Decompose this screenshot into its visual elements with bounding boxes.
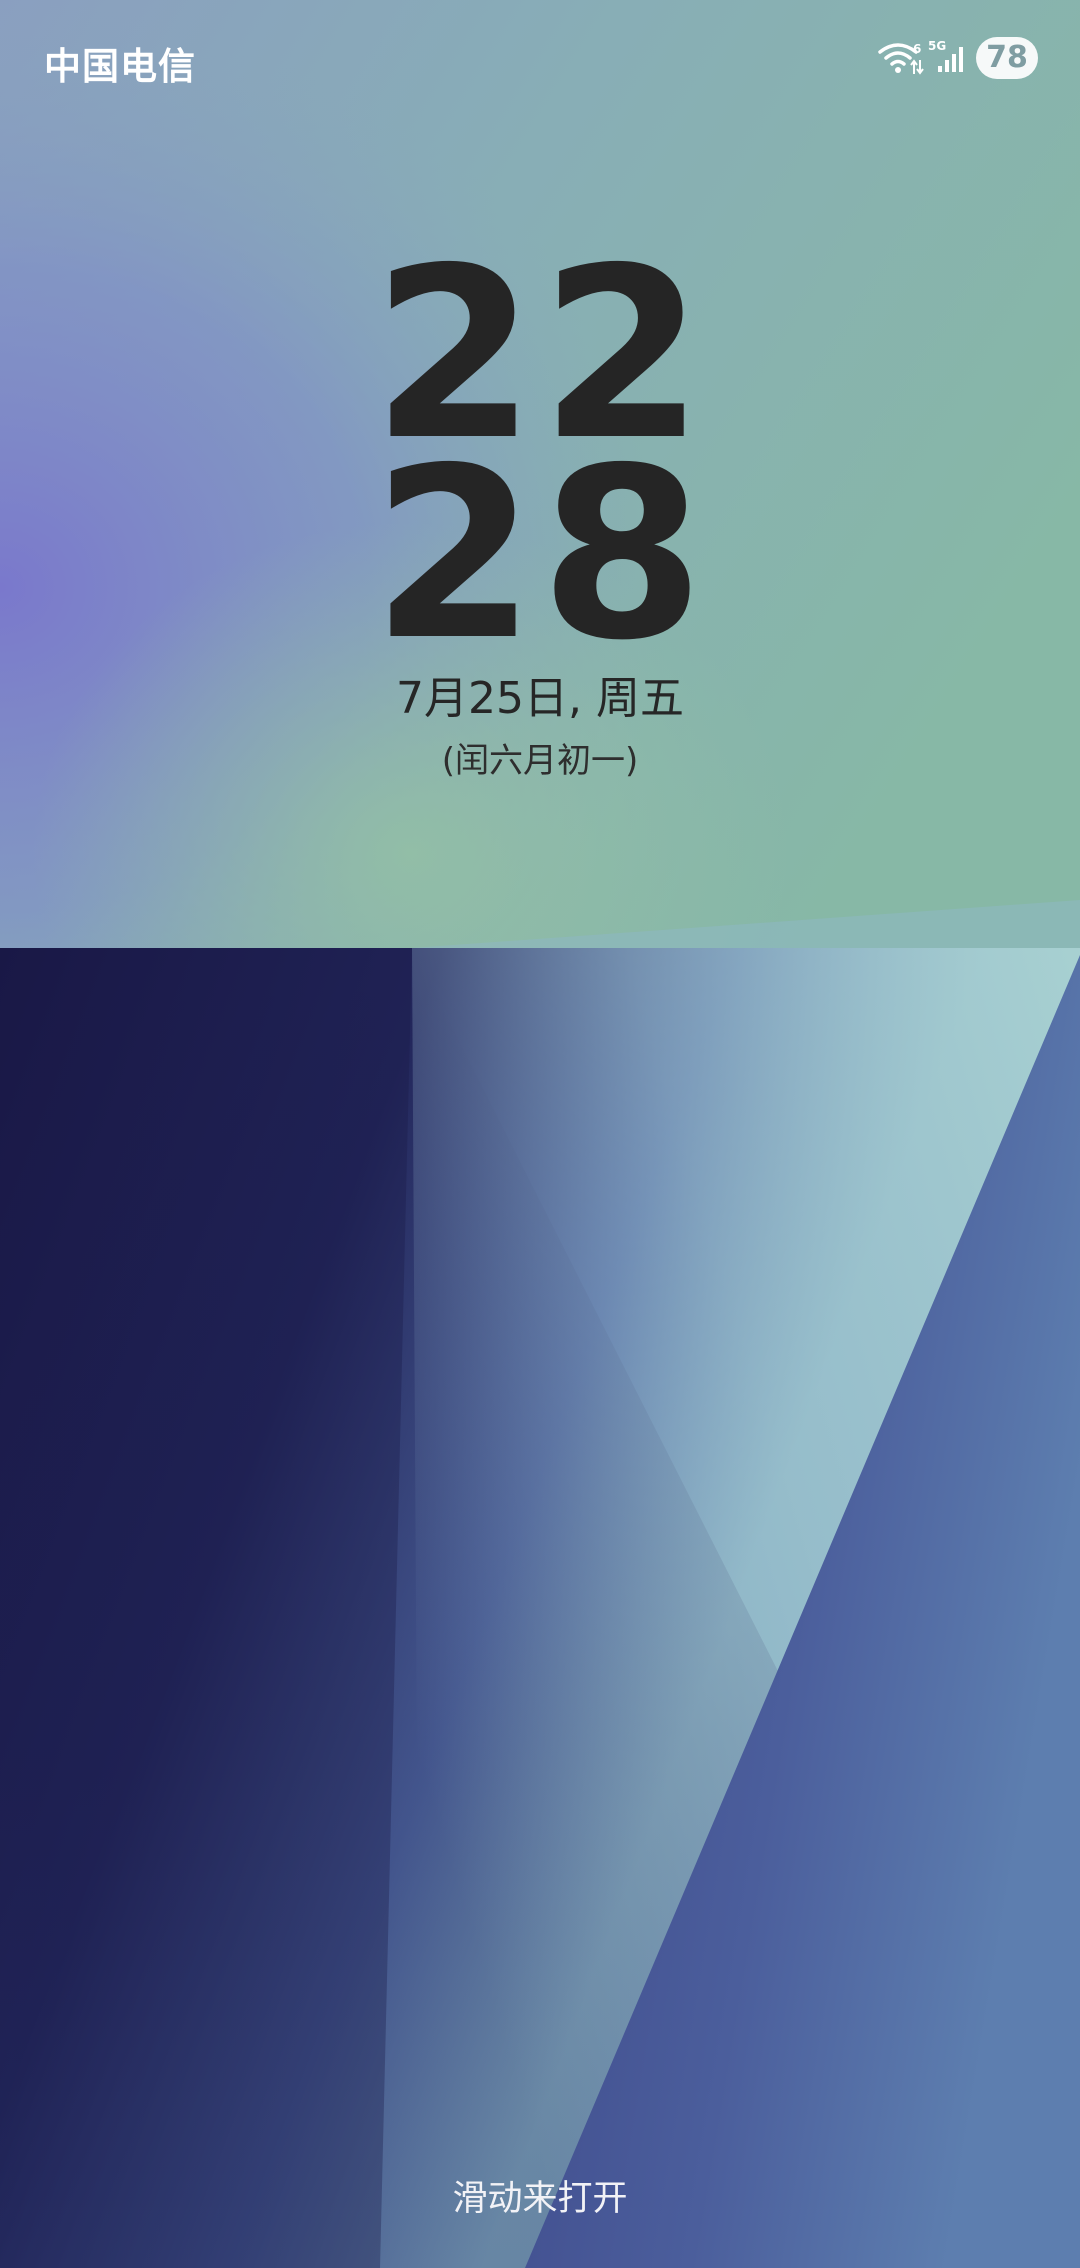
network-type-text: 5G: [928, 39, 946, 53]
swipe-to-unlock-hint[interactable]: 滑动来打开: [0, 2170, 1080, 2221]
wifi-badge-text: 6: [913, 42, 921, 56]
status-bar: 中国电信 6 5G 78: [0, 0, 1080, 120]
carrier-name: 中国电信: [44, 45, 196, 88]
clock-minute: 28: [371, 417, 709, 692]
lunar-date-text: (闰六月初一): [441, 741, 639, 781]
wifi-icon: 6: [878, 40, 924, 76]
lock-screen[interactable]: 中国电信 6 5G 78 22 28 7月25日, 周五 (闰六月初一) 滑动来…: [0, 0, 1080, 2268]
date-text: 7月25日, 周五: [396, 673, 684, 724]
signal-icon: 5G: [928, 38, 966, 76]
battery-badge: 78: [976, 37, 1038, 79]
